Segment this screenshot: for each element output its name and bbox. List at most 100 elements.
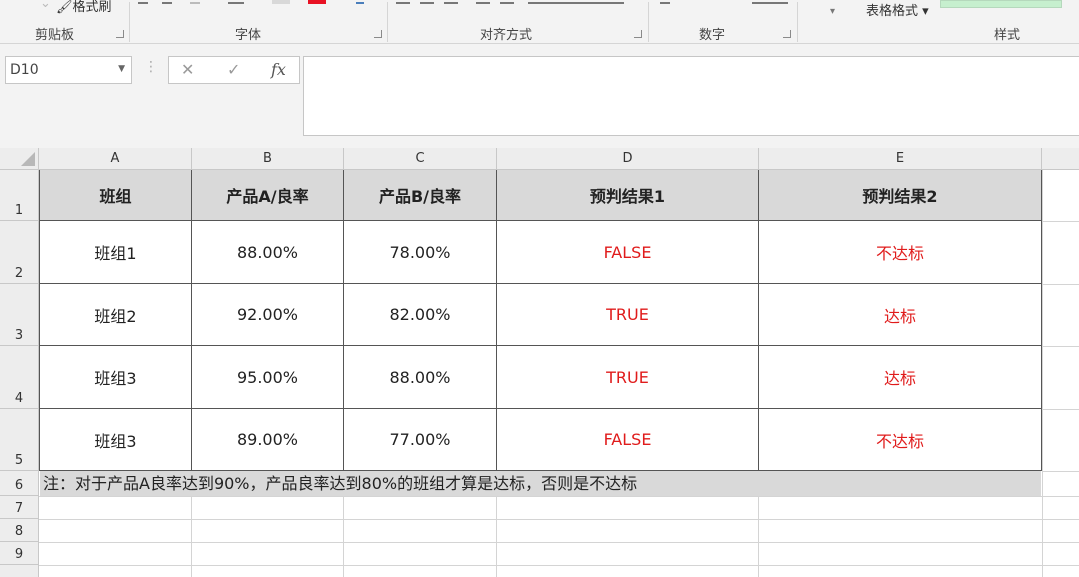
percent-button[interactable]	[660, 0, 670, 4]
group-number-label: 数字	[699, 28, 726, 43]
row-header[interactable]: 9	[0, 542, 39, 565]
align-bottom-button[interactable]	[444, 0, 458, 4]
format-painter-button[interactable]: 🖌格式刷	[56, 0, 112, 15]
bold-button[interactable]	[138, 0, 148, 4]
gridline	[191, 496, 192, 577]
table-cell[interactable]: TRUE	[497, 284, 759, 346]
group-alignment-label: 对齐方式	[480, 28, 533, 43]
more-options-icon[interactable]: ⋮	[144, 59, 158, 75]
group-font-label: 字体	[235, 28, 262, 43]
table-header-cell[interactable]: 班组	[40, 170, 192, 221]
row-header[interactable]: 2	[0, 221, 39, 284]
row-header[interactable]: 4	[0, 346, 39, 409]
table-header-cell[interactable]: 产品B/良率	[344, 170, 497, 221]
group-clipboard-label: 剪贴板	[35, 28, 75, 43]
dialog-launcher-icon[interactable]	[783, 30, 791, 38]
align-middle-button[interactable]	[420, 0, 434, 4]
table-cell[interactable]: FALSE	[497, 409, 759, 471]
table-cell[interactable]: 95.00%	[192, 346, 344, 409]
table-format-label: 表格格式	[866, 4, 919, 19]
table-cell[interactable]: FALSE	[497, 221, 759, 284]
note-cell[interactable]: 注：对于产品A良率达到90%，产品良率达到80%的班组才算是达标，否则是不达标	[40, 471, 1041, 496]
group-divider	[129, 2, 130, 42]
gridline	[1042, 471, 1079, 472]
formula-buttons: ✕ ✓ fx	[168, 56, 300, 84]
table-cell[interactable]: 班组2	[40, 284, 192, 346]
worksheet-grid[interactable]: A B C D E 1 2 3 4 5 6 7 8 9 班组 产品A/良率 产品…	[0, 148, 1079, 577]
gridline	[343, 496, 344, 577]
table-cell[interactable]: 92.00%	[192, 284, 344, 346]
table-cell[interactable]: 达标	[759, 284, 1042, 346]
insert-function-icon[interactable]: fx	[271, 60, 286, 79]
column-header-b[interactable]: B	[192, 148, 344, 170]
row-header[interactable]: 1	[0, 170, 39, 221]
table-cell[interactable]: 88.00%	[344, 346, 497, 409]
row-header[interactable]: 8	[0, 519, 39, 542]
table-cell[interactable]: TRUE	[497, 346, 759, 409]
table-cell[interactable]: 82.00%	[344, 284, 497, 346]
fill-color-button[interactable]	[272, 0, 290, 4]
gridline	[758, 496, 759, 577]
gridline	[39, 542, 1079, 543]
table-cell[interactable]: 不达标	[759, 221, 1042, 284]
column-header-a[interactable]: A	[39, 148, 192, 170]
table-header-cell[interactable]: 预判结果1	[497, 170, 759, 221]
phonetic-button[interactable]	[356, 0, 364, 4]
group-divider	[387, 2, 388, 42]
gridline	[1042, 346, 1079, 347]
row-header[interactable]: 6	[0, 471, 39, 496]
table-format-button[interactable]: 表格格式 ▾	[866, 0, 929, 19]
ribbon: ⌄ 🖌格式刷 ▾ 表格格式 ▾ 剪贴板 字体 对齐方式 数字 样式	[0, 0, 1079, 44]
formula-bar: D10 ▼ ⋮ ✕ ✓ fx	[0, 44, 1079, 150]
table-header-cell[interactable]: 预判结果2	[759, 170, 1042, 221]
group-divider	[797, 2, 798, 42]
column-header-c[interactable]: C	[344, 148, 497, 170]
table-cell[interactable]: 77.00%	[344, 409, 497, 471]
row-header[interactable]: 7	[0, 496, 39, 519]
table-header-cell[interactable]: 产品A/良率	[192, 170, 344, 221]
table-cell[interactable]: 达标	[759, 346, 1042, 409]
font-color-button[interactable]	[308, 0, 326, 4]
indent-increase-button[interactable]	[500, 0, 514, 4]
underline-button[interactable]	[190, 0, 200, 4]
column-header-e[interactable]: E	[759, 148, 1042, 170]
table-cell[interactable]: 班组3	[40, 346, 192, 409]
cell-style-good[interactable]	[940, 0, 1062, 8]
name-box[interactable]: D10 ▼	[5, 56, 132, 84]
italic-button[interactable]	[162, 0, 172, 4]
enter-icon[interactable]: ✓	[227, 60, 240, 79]
gridline	[496, 496, 497, 577]
group-divider	[648, 2, 649, 42]
align-top-button[interactable]	[396, 0, 410, 4]
formula-input[interactable]	[303, 56, 1079, 136]
cancel-icon[interactable]: ✕	[181, 60, 194, 79]
column-header-d[interactable]: D	[497, 148, 759, 170]
column-header-f[interactable]	[1042, 148, 1079, 170]
row-header[interactable]: 3	[0, 284, 39, 346]
dialog-launcher-icon[interactable]	[374, 30, 382, 38]
merge-center-button[interactable]	[528, 0, 624, 4]
decimal-button[interactable]	[752, 0, 788, 4]
gridline	[39, 519, 1079, 520]
border-button[interactable]	[228, 0, 244, 4]
chevron-down-icon[interactable]: ▼	[118, 64, 125, 74]
format-painter-label: 格式刷	[72, 0, 112, 15]
dialog-launcher-icon[interactable]	[116, 30, 124, 38]
gridline	[39, 496, 1079, 497]
select-all-corner[interactable]	[0, 148, 39, 170]
name-box-value: D10	[10, 62, 39, 78]
dialog-launcher-icon[interactable]	[634, 30, 642, 38]
gridline	[39, 565, 1079, 566]
table-cell[interactable]: 班组1	[40, 221, 192, 284]
table-cell[interactable]: 不达标	[759, 409, 1042, 471]
indent-decrease-button[interactable]	[476, 0, 490, 4]
table-cell[interactable]: 78.00%	[344, 221, 497, 284]
table-cell[interactable]: 89.00%	[192, 409, 344, 471]
group-styles-label: 样式	[994, 28, 1021, 43]
row-header[interactable]: 5	[0, 409, 39, 471]
row-header[interactable]	[0, 565, 39, 577]
table-cell[interactable]: 88.00%	[192, 221, 344, 284]
table-cell[interactable]: 班组3	[40, 409, 192, 471]
chevron-down-icon: ▾	[830, 6, 836, 17]
chevron-down-icon: ⌄	[40, 0, 51, 11]
